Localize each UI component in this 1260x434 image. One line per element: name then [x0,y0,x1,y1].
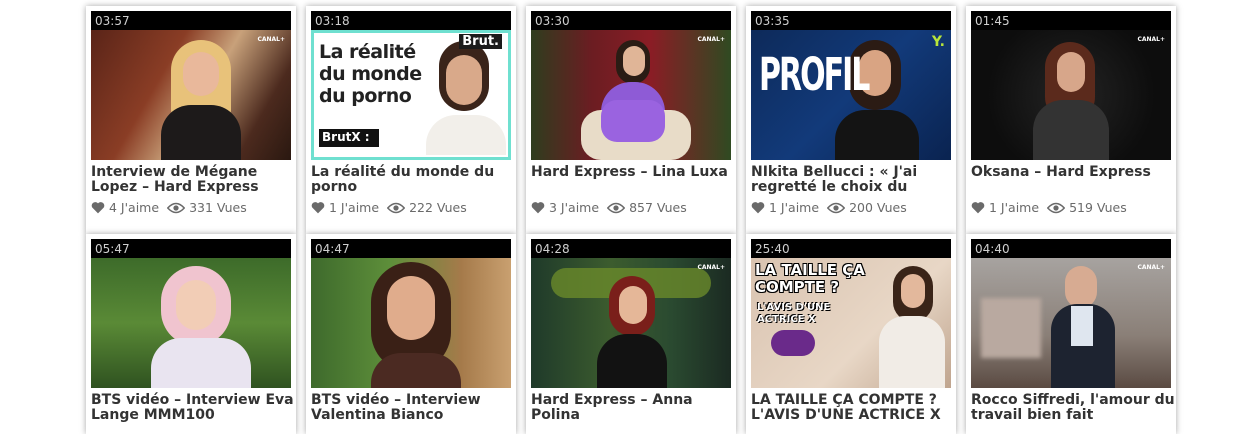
video-title[interactable]: Oksana – Hard Express [971,165,1175,180]
video-card[interactable]: 05:47 BTS vidéo – Interview Eva Lange MM… [86,234,296,434]
video-title[interactable]: BTS vidéo – Interview Eva Lange MMM100 [91,393,295,423]
channel-logo: CANAL+ [697,36,725,43]
video-duration: 03:30 [535,14,570,28]
video-title[interactable]: LA TAILLE ÇA COMPTE ? L'AVIS D'UNE ACTRI… [751,393,955,423]
view-count: 200 Vues [849,200,907,215]
like-count: 3 J'aime [549,200,600,215]
video-stats: 1 J'aime 222 Vues [311,200,467,215]
video-title[interactable]: La réalité du monde du porno [311,165,515,195]
like-count: 4 J'aime [109,200,160,215]
video-card[interactable]: 03:18 La réalité du monde du porno BrutX… [306,6,516,234]
view-count-group: 200 Vues [827,200,907,215]
eye-icon [607,202,626,213]
view-count: 519 Vues [1069,200,1127,215]
view-count-group: 331 Vues [167,200,247,215]
heart-icon [531,202,545,214]
video-stats: 1 J'aime 200 Vues [751,200,907,215]
video-stats: 3 J'aime 857 Vues [531,200,687,215]
brand-logo: Brut. [459,34,502,49]
like-button[interactable]: 1 J'aime [311,200,379,215]
eye-icon [1047,202,1066,213]
video-card[interactable]: 03:57 CANAL+ Interview de Mégane Lopez –… [86,6,296,234]
eye-icon [167,202,186,213]
video-card[interactable]: 04:47 BTS vidéo – Interview Valentina Bi… [306,234,516,434]
like-button[interactable]: 3 J'aime [531,200,599,215]
video-thumbnail[interactable]: 04:40 CANAL+ [971,239,1171,388]
view-count-group: 857 Vues [607,200,687,215]
video-duration: 01:45 [975,14,1010,28]
heart-icon [751,202,765,214]
like-count: 1 J'aime [989,200,1040,215]
eye-icon [387,202,406,213]
video-title[interactable]: Hard Express – Anna Polina [531,393,735,423]
channel-logo: CANAL+ [1137,264,1165,271]
video-card[interactable]: 01:45 CANAL+ Oksana – Hard Express 1 J'a… [966,6,1176,234]
like-count: 1 J'aime [769,200,820,215]
brand-logo: Y. [931,34,945,50]
video-duration: 05:47 [95,242,130,256]
thumbnail-tag: BrutX : [322,130,370,144]
video-thumbnail[interactable]: 03:18 La réalité du monde du porno BrutX… [311,11,511,160]
like-button[interactable]: 1 J'aime [971,200,1039,215]
video-card[interactable]: 04:40 CANAL+ Rocco Siffredi, l'amour du … [966,234,1176,434]
channel-logo: CANAL+ [697,264,725,271]
video-card[interactable]: 04:28 CANAL+ Hard Express – Anna Polina [526,234,736,434]
thumbnail-overlay-text: PROFIL [759,49,870,102]
video-duration: 04:28 [535,242,570,256]
video-thumbnail[interactable]: 04:47 [311,239,511,388]
heart-icon [91,202,105,214]
video-title[interactable]: Rocco Siffredi, l'amour du travail bien … [971,393,1175,423]
thumbnail-overlay-text: LA TAILLE ÇA COMPTE ? [755,261,865,296]
view-count: 857 Vues [629,200,687,215]
thumbnail-overlay-text: La réalité du monde du porno [319,41,422,107]
video-duration: 03:18 [315,14,350,28]
like-button[interactable]: 1 J'aime [751,200,819,215]
view-count-group: 519 Vues [1047,200,1127,215]
video-thumbnail[interactable]: 01:45 CANAL+ [971,11,1171,160]
video-thumbnail[interactable]: 05:47 [91,239,291,388]
video-stats: 4 J'aime 331 Vues [91,200,247,215]
video-title[interactable]: NIkita Bellucci : « J'ai regretté le cho… [751,165,955,195]
video-card[interactable]: 03:35 PROFIL Y. NIkita Bellucci : « J'ai… [746,6,956,234]
video-card[interactable]: 25:40 LA TAILLE ÇA COMPTE ? L'AVIS D'UNE… [746,234,956,434]
video-thumbnail[interactable]: 04:28 CANAL+ [531,239,731,388]
video-duration: 03:57 [95,14,130,28]
like-count: 1 J'aime [329,200,380,215]
view-count-group: 222 Vues [387,200,467,215]
channel-logo: CANAL+ [1137,36,1165,43]
video-duration: 04:47 [315,242,350,256]
like-button[interactable]: 4 J'aime [91,200,159,215]
video-stats: 1 J'aime 519 Vues [971,200,1127,215]
view-count: 331 Vues [189,200,247,215]
video-title[interactable]: BTS vidéo – Interview Valentina Bianco [311,393,515,423]
heart-icon [311,202,325,214]
video-thumbnail[interactable]: 25:40 LA TAILLE ÇA COMPTE ? L'AVIS D'UNE… [751,239,951,388]
video-title[interactable]: Hard Express – Lina Luxa [531,165,735,180]
eye-icon [827,202,846,213]
thumbnail-overlay-subtext: L'AVIS D'UNE ACTRICE X [757,302,831,325]
video-card[interactable]: 03:30 CANAL+ Hard Express – Lina Luxa 3 … [526,6,736,234]
channel-logo: CANAL+ [257,36,285,43]
view-count: 222 Vues [409,200,467,215]
video-thumbnail[interactable]: 03:57 CANAL+ [91,11,291,160]
video-duration: 03:35 [755,14,790,28]
heart-icon [971,202,985,214]
video-duration: 04:40 [975,242,1010,256]
video-thumbnail[interactable]: 03:35 PROFIL Y. [751,11,951,160]
video-duration: 25:40 [755,242,790,256]
video-title[interactable]: Interview de Mégane Lopez – Hard Express [91,165,295,195]
video-thumbnail[interactable]: 03:30 CANAL+ [531,11,731,160]
